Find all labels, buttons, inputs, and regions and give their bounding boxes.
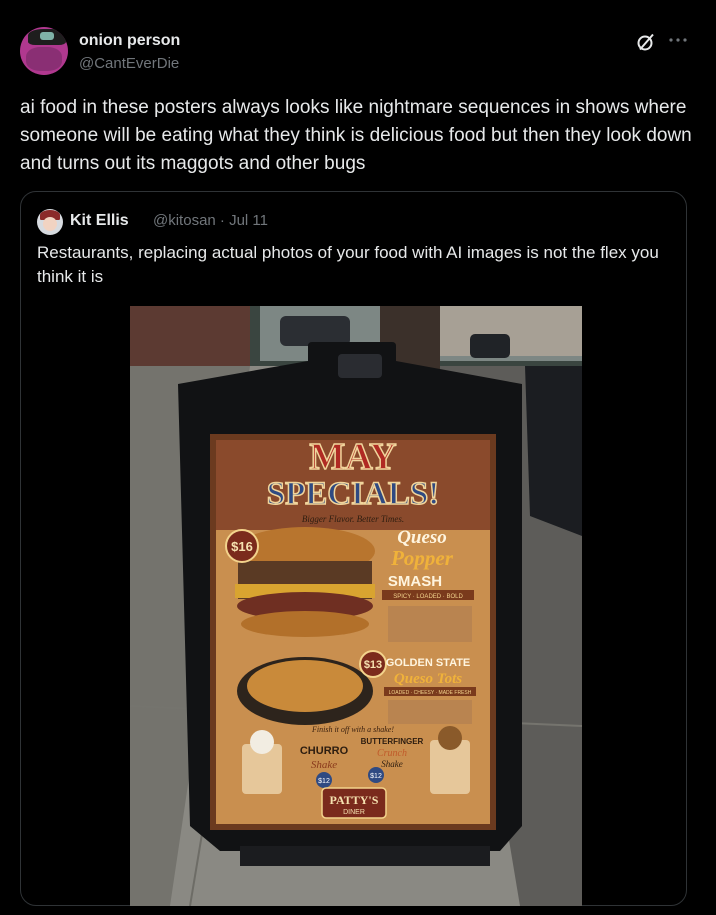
butterfinger-shake-name-1: BUTTERFINGER [361,737,424,746]
churro-shake-name-2: Shake [311,759,337,771]
poster-title-may: MAY [309,436,396,478]
tots-tags: LOADED · CHEESY · MADE FRESH [389,690,472,696]
burger-name-1: Queso [397,527,447,548]
butterfinger-shake-name-3: Shake [381,759,403,769]
shake-banner: Finish it off with a shake! [311,725,394,734]
author-handle[interactable]: @CantEverDie [79,55,179,72]
quoted-tweet[interactable]: Kit Ellis @kitosan · Jul 11 Restaurants,… [20,191,687,906]
churro-shake-price: $12 [318,778,330,785]
quoted-author-name: Kit Ellis [70,212,129,229]
more-horizontal-icon[interactable] [666,30,690,50]
tots-price: $13 [364,659,382,671]
tweet: onion person @CantEverDie ai food in the… [0,0,716,915]
quoted-author-avatar [37,209,63,235]
quoted-author-handle-date: @kitosan · Jul 11 [153,212,268,229]
sidewalk-sign-photo: MAY SPECIALS! Bigger Flavor. Better Time… [130,306,582,906]
poster-title-specials: SPECIALS! [267,476,439,512]
grok-icon[interactable] [636,32,656,52]
butterfinger-shake-price: $12 [370,773,382,780]
butterfinger-shake-name-2: Crunch [377,748,407,759]
churro-shake-name-1: CHURRO [300,745,349,757]
tots-name-2: Queso Tots [394,671,462,687]
burger-tags: SPICY · LOADED · BOLD [393,594,463,600]
burger-name-2: Popper [390,546,454,570]
brand-diner: DINER [343,809,365,816]
poster-tagline: Bigger Flavor. Better Times. [302,514,404,524]
burger-price: $16 [231,539,253,554]
tweet-text: ai food in these posters always looks li… [20,97,692,174]
author-avatar[interactable] [20,27,68,75]
quoted-photo[interactable]: MAY SPECIALS! Bigger Flavor. Better Time… [130,306,582,906]
author-name[interactable]: onion person [79,32,180,50]
burger-name-3: SMASH [388,573,442,590]
quoted-tweet-text: Restaurants, replacing actual photos of … [37,243,659,286]
tots-name-1: GOLDEN STATE [386,657,471,669]
brand-name: PATTY'S [330,793,379,807]
